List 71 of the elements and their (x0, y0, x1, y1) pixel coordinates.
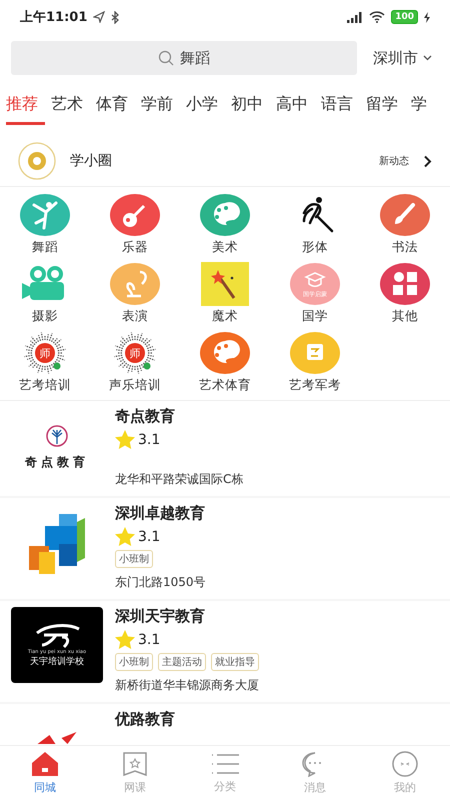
category-label[interactable]: 艺术体育 (199, 377, 251, 394)
home-icon (30, 751, 60, 777)
star-icon (115, 430, 135, 449)
bluetooth-icon (111, 10, 120, 24)
search-icon (158, 50, 174, 66)
category-label[interactable]: 艺考军考 (289, 377, 341, 394)
battery-icon: 100 (391, 10, 418, 24)
category-label[interactable]: 表演 (122, 308, 148, 325)
category-label[interactable]: 魔术 (212, 308, 238, 325)
star-icon (115, 630, 135, 649)
nav-tab[interactable]: 同城 (0, 746, 90, 800)
face-circle-icon (391, 751, 419, 777)
category-label[interactable]: 书法 (392, 239, 418, 256)
rating-value: 3.1 (138, 632, 160, 648)
category-tab[interactable]: 艺术 (51, 88, 90, 125)
star-icon (115, 527, 135, 546)
org-address: 新桥街道华丰锦源商务大厦 (115, 677, 259, 694)
org-name[interactable]: 奇点教育 (115, 407, 244, 426)
org-address: 龙华和平路荣诚国际C栋 (115, 471, 244, 488)
feature-tag: 就业指导 (211, 653, 259, 671)
category-label[interactable]: 国学 (302, 308, 328, 325)
feature-tag: 小班制 (115, 653, 153, 671)
signal-icon (347, 12, 364, 22)
rating-value: 3.1 (138, 528, 160, 544)
category-label[interactable]: 乐器 (122, 239, 148, 256)
category-tab[interactable]: 体育 (96, 88, 135, 125)
org-logo: 奇点教育 (11, 407, 103, 487)
wifi-icon (369, 11, 386, 23)
category-label[interactable]: 其他 (392, 308, 418, 325)
category-tab[interactable]: 学 (411, 88, 434, 125)
checklist-icon (290, 331, 340, 375)
category-label[interactable]: 舞蹈 (32, 239, 58, 256)
feature-tag: 小班制 (115, 550, 153, 568)
performer-icon (110, 262, 160, 306)
org-address: 东门北路1050号 (115, 574, 206, 591)
chevron-right-icon[interactable] (423, 154, 432, 168)
category-tab[interactable]: 语言 (321, 88, 360, 125)
dancer-icon (20, 193, 70, 237)
instrument-icon (110, 193, 160, 237)
category-tab[interactable]: 初中 (231, 88, 270, 125)
grid-icon (380, 262, 430, 306)
palette-icon (200, 193, 250, 237)
brush-icon (380, 193, 430, 237)
search-field[interactable]: 舞蹈 (11, 41, 357, 75)
org-name[interactable]: 优路教育 (115, 710, 175, 729)
rating-value: 3.1 (138, 432, 160, 448)
category-tab[interactable]: 小学 (186, 88, 225, 125)
category-tab[interactable]: 留学 (366, 88, 405, 125)
category-tab[interactable]: 学前 (141, 88, 180, 125)
category-label[interactable]: 声乐培训 (109, 377, 161, 394)
category-label[interactable]: 形体 (302, 239, 328, 256)
category-tab[interactable]: 高中 (276, 88, 315, 125)
category-tab[interactable]: 推荐 (6, 88, 45, 125)
list-icon (211, 752, 239, 776)
city-selector[interactable]: 深圳市 (367, 48, 438, 68)
category-label[interactable]: 艺考培训 (19, 377, 71, 394)
new-posts-link[interactable]: 新动态 (379, 154, 409, 168)
palette-icon (200, 331, 250, 375)
magic-wand-icon (200, 262, 250, 306)
status-time: 上午11:01 (20, 9, 88, 26)
location-icon (93, 11, 106, 23)
category-label[interactable]: 摄影 (32, 308, 58, 325)
circle-logo-icon (18, 142, 56, 180)
feature-tag: 主题活动 (158, 653, 206, 671)
caret-icon (423, 55, 432, 61)
category-label[interactable]: 美术 (212, 239, 238, 256)
org-name[interactable]: 深圳天宇教育 (115, 607, 259, 626)
circle-title: 学小圈 (70, 152, 113, 170)
bookmark-star-icon (122, 751, 148, 777)
charging-icon (424, 12, 430, 22)
org-name[interactable]: 深圳卓越教育 (115, 504, 206, 523)
